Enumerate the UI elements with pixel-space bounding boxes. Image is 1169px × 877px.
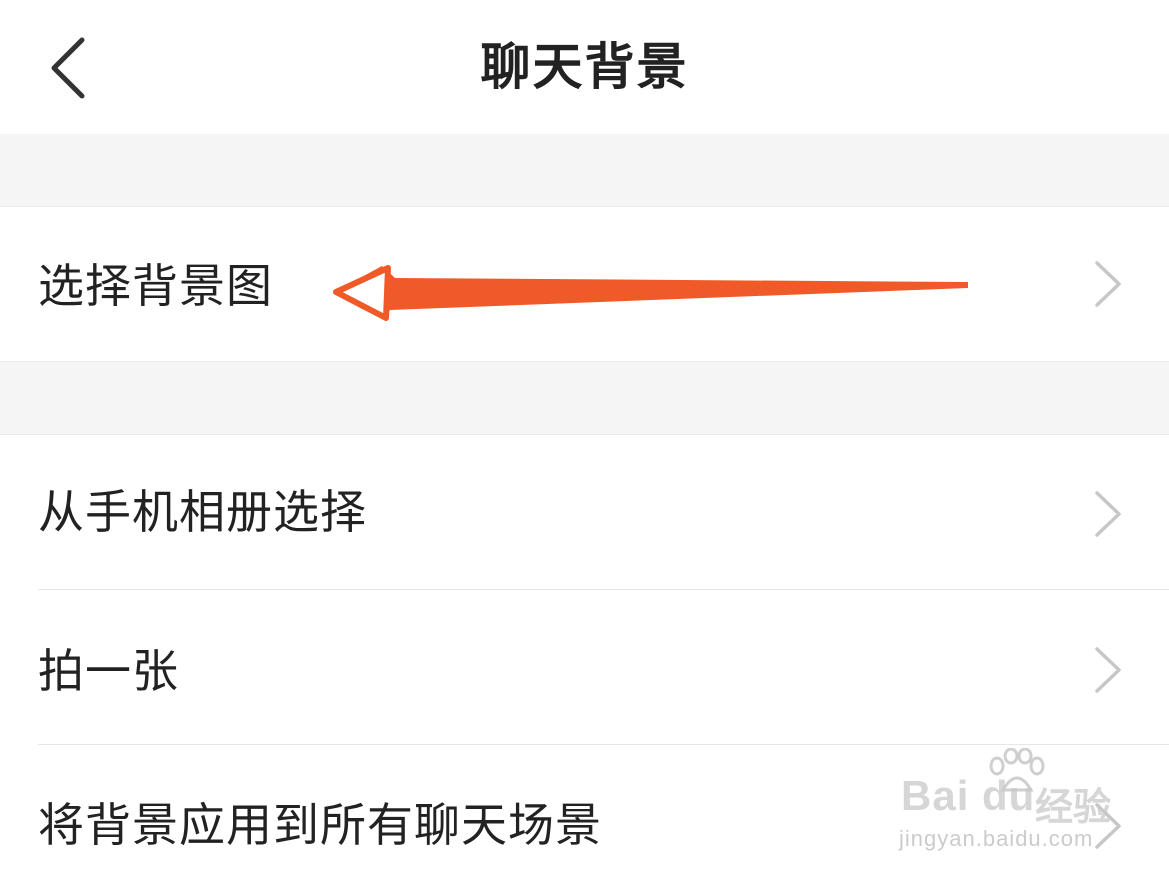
- select-background-cell[interactable]: 选择背景图: [0, 207, 1169, 361]
- chevron-right-icon: [1095, 261, 1121, 307]
- apply-to-all-chats-cell[interactable]: 将背景应用到所有聊天场景: [0, 745, 1169, 877]
- choose-from-album-cell[interactable]: 从手机相册选择: [0, 435, 1169, 590]
- cell-label: 选择背景图: [38, 259, 273, 313]
- cell-label: 拍一张: [38, 644, 179, 698]
- page-title: 聊天背景: [480, 38, 689, 96]
- chevron-right-icon: [1095, 803, 1121, 849]
- chat-background-settings-page: 聊天背景 选择背景图 从手机相册选择 拍一张 将背景应用到所有聊天场景 Bai …: [0, 0, 1169, 877]
- chevron-right-icon: [1095, 647, 1121, 693]
- cell-label: 将背景应用到所有聊天场景: [38, 798, 602, 852]
- cell-label: 从手机相册选择: [38, 485, 367, 539]
- chevron-right-icon: [1095, 491, 1121, 537]
- take-photo-cell[interactable]: 拍一张: [0, 590, 1169, 745]
- section-divider: [0, 361, 1169, 362]
- nav-bar: 聊天背景: [0, 0, 1169, 134]
